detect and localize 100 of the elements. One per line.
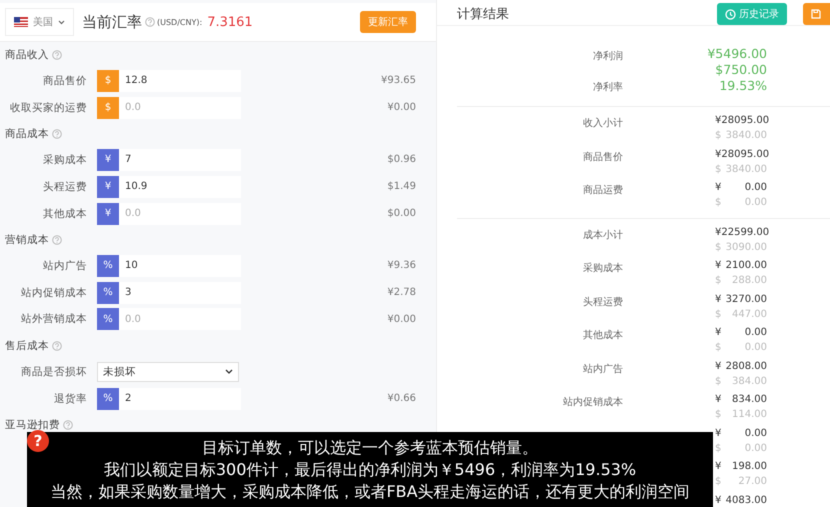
usd-amount: 0.00 [744, 341, 767, 355]
usd-amount: 0.00 [744, 442, 767, 456]
section-title: 售后成本 [5, 338, 49, 353]
result-label: 采购成本 [582, 262, 623, 275]
currency-symbol: ¥ [715, 181, 722, 195]
help-icon [52, 50, 62, 60]
currency-prefix: % [97, 388, 119, 410]
converted-value: ¥2.78 [387, 287, 416, 298]
input-field[interactable]: 10.9 [119, 176, 241, 198]
usd-amount: 384.00 [732, 374, 767, 388]
currency-prefix: ¥ [97, 202, 119, 225]
subtitle-line: 当然，如果采购数量增大，采购成本降低，或者FBA头程走海运的话，还有更大的利润空间 [50, 480, 690, 502]
usd-amount: 0.00 [744, 196, 767, 210]
clock-icon [725, 8, 736, 20]
save-icon [811, 9, 821, 19]
section-title: 商品收入 [5, 48, 49, 62]
section-title: 营销成本 [5, 232, 49, 247]
currency-symbol: ¥ [715, 114, 722, 128]
currency-prefix: $ [97, 96, 119, 119]
input-field[interactable]: 0.0 [119, 96, 241, 119]
input-field[interactable]: 7 [119, 148, 241, 171]
currency-symbol: $ [715, 240, 722, 254]
currency-symbol: $ [715, 341, 722, 355]
help-icon [63, 420, 73, 430]
result-label: 商品售价 [582, 150, 623, 164]
flag-icon [14, 17, 28, 27]
converted-value: ¥0.00 [387, 314, 416, 325]
save-button[interactable] [803, 3, 830, 25]
help-icon [145, 17, 155, 27]
result-label: 其他成本 [582, 328, 623, 342]
currency-prefix: ¥ [97, 148, 119, 171]
result-label: 净利润 [592, 50, 623, 63]
field-label: 商品售价 [42, 74, 87, 88]
cny-amount: 2808.00 [726, 360, 767, 374]
input-field[interactable]: 3 [119, 282, 241, 304]
currency-symbol: ¥ [715, 460, 722, 474]
subtitle-line: 目标订单数，可以选定一个参考蓝本预估销量。 [202, 436, 538, 458]
result-label: 净利率 [592, 80, 623, 94]
currency-prefix: $ [97, 70, 119, 92]
cny-amount: 198.00 [732, 460, 767, 474]
currency-symbol: $ [715, 196, 722, 210]
usd-amount: 3090.00 [726, 240, 767, 254]
currency-symbol: ¥ [715, 426, 722, 440]
currency-symbol: $ [715, 162, 722, 176]
currency-symbol: ¥ [715, 494, 722, 507]
rate-value: 7.3161 [207, 14, 253, 30]
currency-symbol: ¥ [715, 393, 722, 407]
result-label: 站内广告 [582, 362, 623, 376]
result-label: 头程运费 [582, 296, 623, 308]
usd-amount: 447.00 [732, 308, 767, 322]
field-label: 收取买家的运费 [9, 100, 87, 115]
converted-value: ¥93.65 [381, 75, 416, 86]
input-field[interactable]: 0.0 [119, 308, 241, 330]
result-value: $750.00 [715, 62, 767, 78]
country-select[interactable]: 美国 [5, 8, 74, 36]
converted-value: ¥0.66 [387, 393, 416, 404]
result-value: ¥5496.00 [707, 46, 767, 62]
currency-symbol: $ [715, 129, 722, 143]
input-field[interactable]: 10 [119, 254, 241, 277]
result-label: 成本小计 [582, 228, 623, 242]
panel-title: 计算结果 [457, 6, 509, 23]
usd-amount: 3840.00 [726, 129, 767, 143]
currency-prefix: % [97, 282, 119, 304]
input-field[interactable]: 2 [119, 388, 241, 410]
currency-symbol: $ [715, 475, 722, 489]
result-label: 收入小计 [582, 116, 623, 130]
currency-symbol: ¥ [715, 292, 722, 306]
input-field[interactable]: 12.8 [119, 70, 241, 92]
currency-symbol: ¥ [715, 360, 722, 374]
select-field[interactable]: 未损坏 [97, 362, 239, 382]
rate-unit: (USD/CNY): [157, 18, 202, 26]
cny-amount: 4083.00 [726, 494, 767, 507]
field-label: 其他成本 [42, 206, 87, 221]
cny-amount: 0.00 [744, 326, 767, 340]
currency-symbol: $ [715, 442, 722, 456]
converted-value: $1.49 [387, 181, 416, 192]
cny-amount: 834.00 [732, 393, 767, 407]
currency-symbol: ¥ [715, 148, 722, 162]
currency-prefix: % [97, 308, 119, 330]
help-icon [52, 340, 62, 351]
subtitle-line: 我们以额定目标300件计，最后得出的净利润为￥5496，利润率为19.53% [104, 458, 636, 480]
converted-value: ¥9.36 [387, 260, 416, 272]
currency-prefix: % [97, 254, 119, 277]
converted-value: $0.96 [387, 154, 416, 166]
currency-symbol: $ [715, 308, 722, 322]
converted-value: $0.00 [387, 208, 416, 220]
section-title: 商品成本 [5, 126, 49, 141]
cny-amount: 2100.00 [726, 259, 767, 273]
section-title: 亚马逊扣费 [5, 418, 60, 432]
field-label: 头程运费 [42, 180, 87, 194]
input-field[interactable]: 0.0 [119, 202, 241, 225]
usd-amount: 114.00 [732, 408, 767, 422]
help-icon [52, 128, 62, 139]
cny-amount: 0.00 [744, 181, 767, 195]
cny-amount: 28095.00 [721, 148, 770, 162]
currency-symbol: ¥ [715, 226, 722, 240]
result-label: 站内促销成本 [562, 396, 623, 409]
usd-amount: 27.00 [738, 475, 767, 489]
currency-symbol: $ [715, 374, 722, 388]
rate-label: 当前汇率 [82, 12, 142, 32]
